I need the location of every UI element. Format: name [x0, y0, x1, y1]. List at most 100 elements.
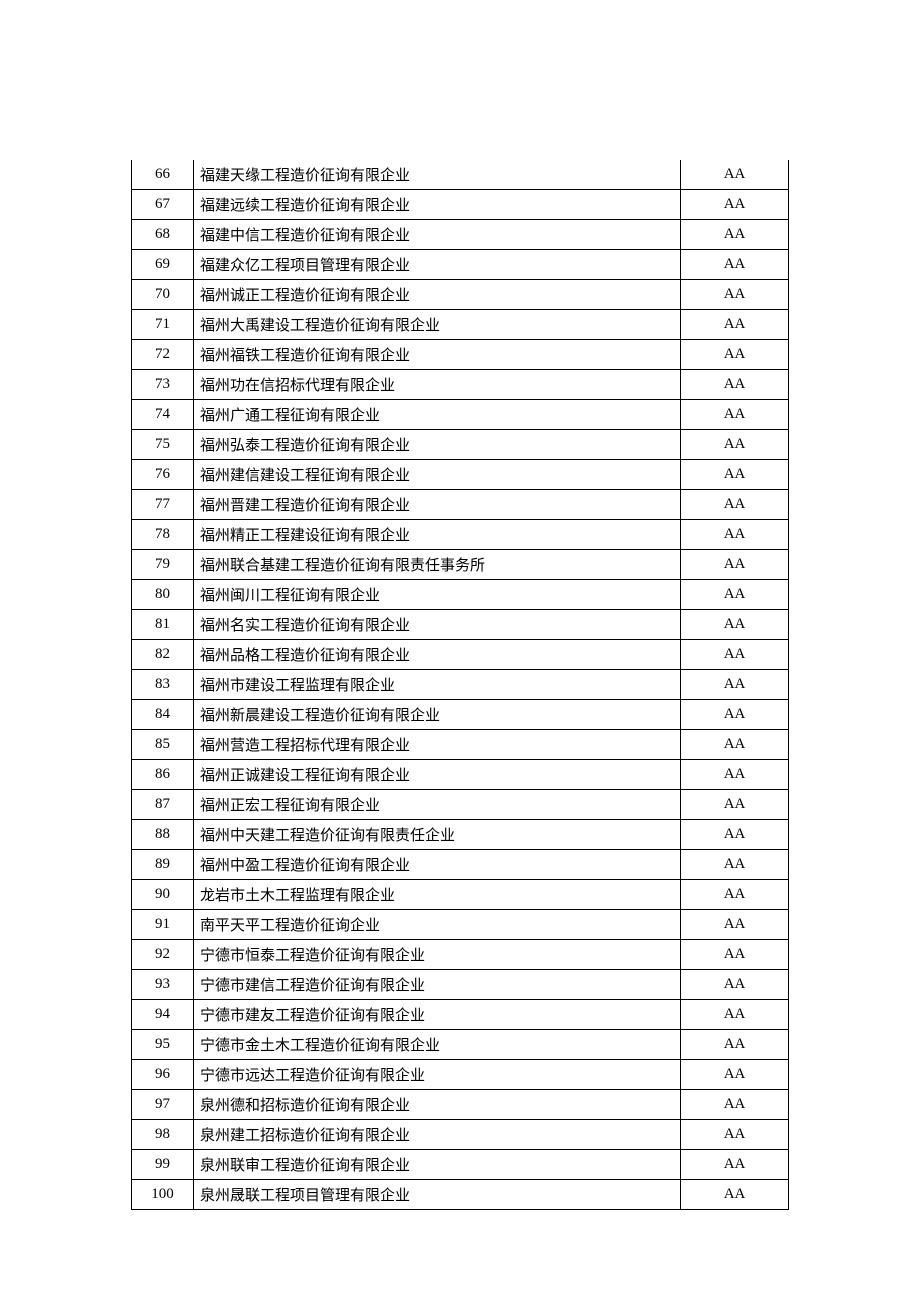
- company-name: 福州正诚建设工程征询有限企业: [193, 760, 680, 790]
- company-name: 宁德市建信工程造价征询有限企业: [193, 970, 680, 1000]
- row-number: 77: [132, 490, 194, 520]
- row-number: 73: [132, 370, 194, 400]
- table-row: 97泉州德和招标造价征询有限企业AA: [132, 1090, 789, 1120]
- company-name: 福州市建设工程监理有限企业: [193, 670, 680, 700]
- table-row: 89福州中盈工程造价征询有限企业AA: [132, 850, 789, 880]
- rating: AA: [681, 550, 789, 580]
- rating: AA: [681, 1120, 789, 1150]
- rating: AA: [681, 520, 789, 550]
- table-row: 99泉州联审工程造价征询有限企业AA: [132, 1150, 789, 1180]
- table-row: 78福州精正工程建设征询有限企业AA: [132, 520, 789, 550]
- rating: AA: [681, 310, 789, 340]
- table-row: 73福州功在信招标代理有限企业AA: [132, 370, 789, 400]
- table-row: 93宁德市建信工程造价征询有限企业AA: [132, 970, 789, 1000]
- rating: AA: [681, 370, 789, 400]
- table-row: 85福州营造工程招标代理有限企业AA: [132, 730, 789, 760]
- company-name: 福州功在信招标代理有限企业: [193, 370, 680, 400]
- row-number: 71: [132, 310, 194, 340]
- rating: AA: [681, 1000, 789, 1030]
- company-name: 泉州联审工程造价征询有限企业: [193, 1150, 680, 1180]
- rating: AA: [681, 760, 789, 790]
- rating: AA: [681, 1180, 789, 1210]
- table-row: 75福州弘泰工程造价征询有限企业AA: [132, 430, 789, 460]
- table-body: 66福建天缘工程造价征询有限企业AA67福建远续工程造价征询有限企业AA68福建…: [132, 160, 789, 1210]
- table-row: 84福州新晨建设工程造价征询有限企业AA: [132, 700, 789, 730]
- rating: AA: [681, 1090, 789, 1120]
- rating: AA: [681, 790, 789, 820]
- table-row: 72福州福铁工程造价征询有限企业AA: [132, 340, 789, 370]
- row-number: 91: [132, 910, 194, 940]
- rating: AA: [681, 670, 789, 700]
- rating: AA: [681, 940, 789, 970]
- rating: AA: [681, 1030, 789, 1060]
- company-name: 宁德市建友工程造价征询有限企业: [193, 1000, 680, 1030]
- rating: AA: [681, 1150, 789, 1180]
- table-row: 67福建远续工程造价征询有限企业AA: [132, 190, 789, 220]
- table-row: 86福州正诚建设工程征询有限企业AA: [132, 760, 789, 790]
- company-rating-table-wrapper: 66福建天缘工程造价征询有限企业AA67福建远续工程造价征询有限企业AA68福建…: [131, 160, 789, 1210]
- company-name: 泉州德和招标造价征询有限企业: [193, 1090, 680, 1120]
- rating: AA: [681, 490, 789, 520]
- rating: AA: [681, 640, 789, 670]
- table-row: 80福州闽川工程征询有限企业AA: [132, 580, 789, 610]
- table-row: 91南平天平工程造价征询企业AA: [132, 910, 789, 940]
- table-row: 90龙岩市土木工程监理有限企业AA: [132, 880, 789, 910]
- table-row: 88福州中天建工程造价征询有限责任企业AA: [132, 820, 789, 850]
- row-number: 99: [132, 1150, 194, 1180]
- row-number: 85: [132, 730, 194, 760]
- table-row: 94宁德市建友工程造价征询有限企业AA: [132, 1000, 789, 1030]
- row-number: 76: [132, 460, 194, 490]
- rating: AA: [681, 880, 789, 910]
- rating: AA: [681, 820, 789, 850]
- row-number: 86: [132, 760, 194, 790]
- company-name: 泉州建工招标造价征询有限企业: [193, 1120, 680, 1150]
- row-number: 98: [132, 1120, 194, 1150]
- rating: AA: [681, 610, 789, 640]
- table-row: 74福州广通工程征询有限企业AA: [132, 400, 789, 430]
- rating: AA: [681, 340, 789, 370]
- company-name: 福州晋建工程造价征询有限企业: [193, 490, 680, 520]
- rating: AA: [681, 580, 789, 610]
- table-row: 92宁德市恒泰工程造价征询有限企业AA: [132, 940, 789, 970]
- rating: AA: [681, 460, 789, 490]
- row-number: 79: [132, 550, 194, 580]
- company-name: 福州精正工程建设征询有限企业: [193, 520, 680, 550]
- company-name: 福州建信建设工程征询有限企业: [193, 460, 680, 490]
- company-name: 福州大禹建设工程造价征询有限企业: [193, 310, 680, 340]
- company-name: 福州中天建工程造价征询有限责任企业: [193, 820, 680, 850]
- table-row: 77福州晋建工程造价征询有限企业AA: [132, 490, 789, 520]
- row-number: 67: [132, 190, 194, 220]
- row-number: 93: [132, 970, 194, 1000]
- rating: AA: [681, 850, 789, 880]
- company-name: 龙岩市土木工程监理有限企业: [193, 880, 680, 910]
- rating: AA: [681, 400, 789, 430]
- company-name: 福州弘泰工程造价征询有限企业: [193, 430, 680, 460]
- table-row: 82福州品格工程造价征询有限企业AA: [132, 640, 789, 670]
- table-row: 68福建中信工程造价征询有限企业AA: [132, 220, 789, 250]
- table-row: 66福建天缘工程造价征询有限企业AA: [132, 160, 789, 190]
- company-name: 南平天平工程造价征询企业: [193, 910, 680, 940]
- rating: AA: [681, 280, 789, 310]
- row-number: 74: [132, 400, 194, 430]
- company-name: 福州品格工程造价征询有限企业: [193, 640, 680, 670]
- row-number: 75: [132, 430, 194, 460]
- row-number: 80: [132, 580, 194, 610]
- table-row: 96宁德市远达工程造价征询有限企业AA: [132, 1060, 789, 1090]
- row-number: 66: [132, 160, 194, 190]
- row-number: 82: [132, 640, 194, 670]
- table-row: 95宁德市金土木工程造价征询有限企业AA: [132, 1030, 789, 1060]
- row-number: 69: [132, 250, 194, 280]
- row-number: 95: [132, 1030, 194, 1060]
- company-name: 福州正宏工程征询有限企业: [193, 790, 680, 820]
- rating: AA: [681, 250, 789, 280]
- company-name: 福州广通工程征询有限企业: [193, 400, 680, 430]
- row-number: 70: [132, 280, 194, 310]
- company-name: 宁德市远达工程造价征询有限企业: [193, 1060, 680, 1090]
- rating: AA: [681, 730, 789, 760]
- table-row: 69福建众亿工程项目管理有限企业AA: [132, 250, 789, 280]
- row-number: 88: [132, 820, 194, 850]
- company-name: 福州名实工程造价征询有限企业: [193, 610, 680, 640]
- company-rating-table: 66福建天缘工程造价征询有限企业AA67福建远续工程造价征询有限企业AA68福建…: [131, 160, 789, 1210]
- row-number: 72: [132, 340, 194, 370]
- company-name: 福州诚正工程造价征询有限企业: [193, 280, 680, 310]
